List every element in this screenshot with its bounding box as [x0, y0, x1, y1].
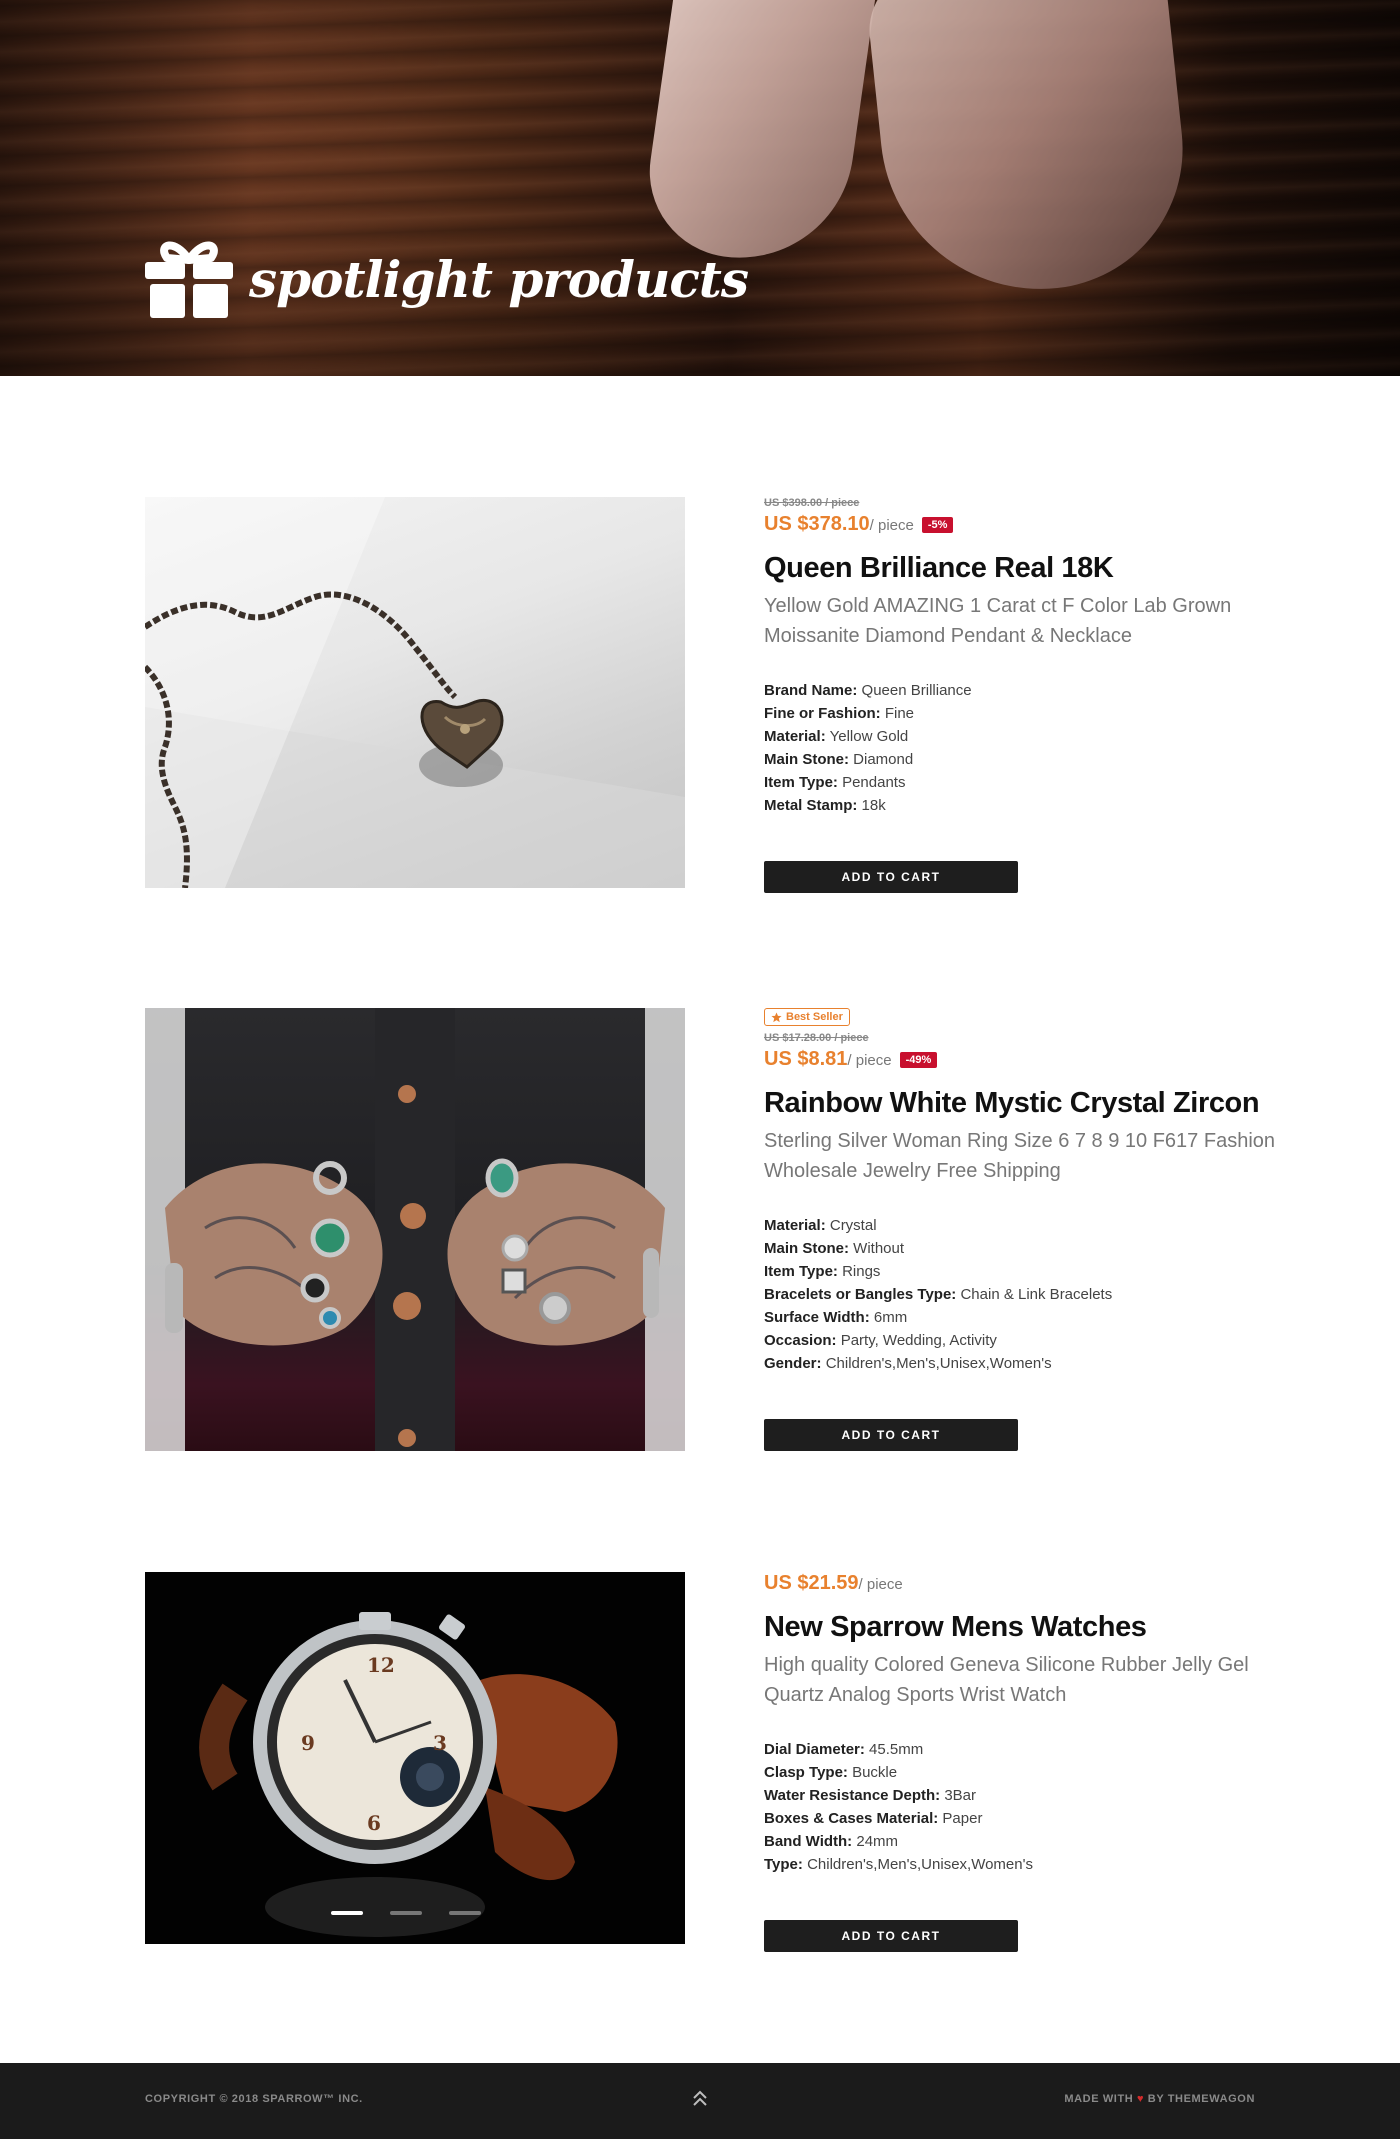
svg-text:3: 3 [433, 1731, 447, 1755]
star-icon [771, 1011, 782, 1022]
discount-badge: -5% [921, 517, 954, 533]
spec-row: Clasp Type: Buckle [764, 1764, 898, 1781]
price: US $21.59 [764, 1572, 859, 1594]
svg-text:12: 12 [367, 1653, 395, 1677]
add-to-cart-button[interactable]: ADD TO CART [764, 1419, 1018, 1451]
themewagon-link[interactable]: BY THEMEWAGON [1148, 2093, 1255, 2105]
product-title[interactable]: New Sparrow Mens Watches [764, 1611, 1284, 1644]
product-image-watch[interactable]: 12 3 6 9 [145, 1572, 685, 1944]
spec-row: Main Stone: Without [764, 1240, 905, 1257]
add-to-cart-button[interactable]: ADD TO CART [764, 1920, 1018, 1952]
made-with-credit: MADE WITH ♥ BY THEMEWAGON [1064, 2093, 1255, 2105]
gift-icon [145, 238, 233, 320]
product-subtitle: Yellow Gold AMAZING 1 Carat ct F Color L… [764, 595, 1232, 647]
spec-row: Brand Name: Queen Brilliance [764, 682, 972, 699]
spec-row: Bracelets or Bangles Type: Chain & Link … [764, 1286, 1113, 1303]
carousel-dot-active [331, 1911, 363, 1915]
price: US $8.81 [764, 1048, 848, 1070]
add-to-cart-button[interactable]: ADD TO CART [764, 861, 1018, 893]
product-specs: Brand Name: Queen Brilliance Fine or Fas… [764, 679, 1284, 817]
spec-row: Item Type: Pendants [764, 774, 906, 791]
spec-row: Material: Yellow Gold [764, 728, 909, 745]
price-unit: / piece [847, 1052, 892, 1069]
product-card: US $398.00 / piece US $378.10 / piece -5… [145, 497, 1255, 893]
spec-row: Surface Width: 6mm [764, 1309, 908, 1326]
carousel-dot [449, 1911, 481, 1915]
product-card: 12 3 69 US $21.59 / piece New Sparrow Men… [145, 1572, 1255, 1952]
footer: COPYRIGHT © 2018 SPARROW™ INC. MADE WITH… [0, 2063, 1400, 2139]
spec-row: Main Stone: Diamond [764, 751, 914, 768]
product-title[interactable]: Queen Brilliance Real 18K [764, 552, 1284, 585]
price-unit: / piece [858, 1576, 903, 1593]
spec-row: Type: Children's,Men's,Unisex,Women's [764, 1856, 1033, 1873]
spec-row: Band Width: 24mm [764, 1833, 899, 1850]
price-row: US $21.59 / piece [764, 1572, 1284, 1595]
svg-text:6: 6 [367, 1811, 381, 1835]
product-info: US $398.00 / piece US $378.10 / piece -5… [764, 497, 1284, 893]
spec-row: Dial Diameter: 45.5mm [764, 1741, 924, 1758]
product-info: Best Seller US $17.28.00 / piece US $8.8… [764, 1008, 1284, 1451]
double-chevron-up-icon[interactable] [690, 2087, 710, 2109]
old-price: US $17.28.00 / piece [764, 1032, 869, 1044]
hero-heading: spotlight products [145, 238, 749, 320]
heart-icon: ♥ [1136, 2093, 1145, 2105]
spec-row: Fine or Fashion: Fine [764, 705, 915, 722]
spec-row: Metal Stamp: 18k [764, 797, 886, 814]
discount-badge: -49% [899, 1052, 938, 1068]
spec-row: Water Resistance Depth: 3Bar [764, 1787, 977, 1804]
spec-row: Material: Crystal [764, 1217, 877, 1234]
price-row: US $378.10 / piece -5% [764, 513, 1284, 536]
product-image-pendant[interactable] [145, 497, 685, 888]
product-specs: Material: Crystal Main Stone: Without It… [764, 1214, 1284, 1375]
best-seller-badge: Best Seller [764, 1008, 850, 1026]
spec-row: Item Type: Rings [764, 1263, 881, 1280]
carousel-dot [390, 1911, 422, 1915]
price-row: US $8.81 / piece -49% [764, 1048, 1284, 1071]
product-subtitle: High quality Colored Geneva Silicone Rub… [764, 1654, 1249, 1706]
hero-title: spotlight products [249, 249, 749, 309]
ballet-shoe-image [863, 0, 1197, 305]
hero-banner: spotlight products [0, 0, 1400, 376]
product-subtitle: Sterling Silver Woman Ring Size 6 7 8 9 … [764, 1130, 1276, 1182]
copyright-text: COPYRIGHT © 2018 SPARROW™ INC. [145, 2093, 363, 2105]
svg-text:9: 9 [301, 1731, 315, 1755]
product-image-rings[interactable] [145, 1008, 685, 1451]
price: US $378.10 [764, 513, 870, 535]
old-price: US $398.00 / piece [764, 497, 860, 509]
product-title[interactable]: Rainbow White Mystic Crystal Zircon [764, 1087, 1284, 1120]
spec-row: Occasion: Party, Wedding, Activity [764, 1332, 997, 1349]
product-card: Best Seller US $17.28.00 / piece US $8.8… [145, 1008, 1275, 1451]
product-info: US $21.59 / piece New Sparrow Mens Watch… [764, 1572, 1284, 1952]
spec-row: Boxes & Cases Material: Paper [764, 1810, 983, 1827]
product-specs: Dial Diameter: 45.5mm Clasp Type: Buckle… [764, 1738, 1284, 1876]
spec-row: Gender: Children's,Men's,Unisex,Women's [764, 1355, 1052, 1372]
price-unit: / piece [869, 517, 914, 534]
ballet-shoe-image [638, 0, 882, 273]
